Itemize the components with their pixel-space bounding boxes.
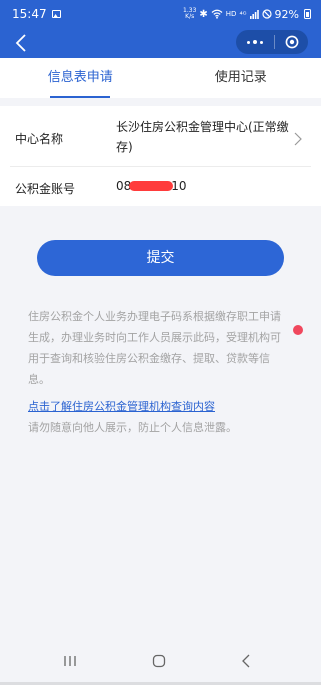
account-label: 公积金账号 <box>15 182 76 196</box>
battery-text: 92% <box>274 7 299 21</box>
center-name-value-line2: 存) <box>116 140 133 154</box>
recent-apps-button[interactable] <box>60 652 80 670</box>
center-name-label: 中心名称 <box>15 132 64 146</box>
nav-bar <box>0 28 321 58</box>
center-name-selector[interactable]: 长沙住房公积金管理中心(正常缴 存) <box>116 117 294 157</box>
chevron-right-icon[interactable] <box>293 132 303 146</box>
close-circle-icon <box>285 35 298 49</box>
bluetooth-icon: ✱ <box>199 8 208 20</box>
submit-button[interactable]: 提交 <box>37 240 284 276</box>
learn-more-link[interactable]: 点击了解住房公积金管理机构查询内容 <box>28 398 215 416</box>
form-card: 中心名称 长沙住房公积金管理中心(正常缴 存) 公积金账号 08 10 <box>0 106 321 206</box>
section-gap <box>0 98 321 106</box>
row-divider <box>10 166 311 167</box>
privacy-warning: 请勿随意向他人展示，防止个人信息泄露。 <box>28 421 237 434</box>
wifi-icon <box>211 9 223 19</box>
tab-label: 信息表申请 <box>47 70 113 85</box>
home-icon <box>152 654 166 668</box>
status-bar: 15:47 1.33 K/s ✱ HD ⁴ᴳ 92% <box>0 0 321 28</box>
more-button[interactable] <box>236 30 274 54</box>
chevron-left-icon <box>15 34 26 52</box>
account-suffix: 10 <box>171 179 187 193</box>
tab-label: 使用记录 <box>214 70 267 85</box>
red-dot-indicator <box>293 325 303 335</box>
back-icon <box>242 654 250 668</box>
dnd-icon <box>261 9 272 19</box>
recent-apps-icon <box>64 656 76 666</box>
back-button[interactable] <box>10 32 32 54</box>
system-nav-bar <box>0 640 321 682</box>
tab-info-application[interactable]: 信息表申请 <box>0 58 161 98</box>
hd-icon: HD <box>225 10 237 18</box>
signal-icon: ⁴ᴳ <box>239 9 247 19</box>
notice-text: 住房公积金个人业务办理电子码系根据缴存职工申请生成，办理业务时向工作人员展示此码… <box>28 310 281 386</box>
tab-usage-record[interactable]: 使用记录 <box>161 58 321 98</box>
close-button[interactable] <box>275 30 308 54</box>
tab-bar: 信息表申请 使用记录 <box>0 58 321 98</box>
home-button[interactable] <box>149 652 169 670</box>
status-time: 15:47 <box>12 7 47 21</box>
image-notification-icon <box>51 10 61 18</box>
redaction-mark <box>129 181 174 191</box>
status-icons: 1.33 K/s ✱ HD ⁴ᴳ 92% <box>183 8 311 21</box>
more-icon <box>247 40 250 44</box>
signal-bars-icon <box>249 9 259 19</box>
center-name-value-line1: 长沙住房公积金管理中心(正常缴 <box>116 120 289 134</box>
account-value: 08 10 <box>116 176 187 196</box>
system-back-button[interactable] <box>236 652 256 670</box>
mini-program-capsule <box>236 30 308 54</box>
battery-icon <box>304 9 311 19</box>
network-speed: 1.33 K/s <box>183 7 197 20</box>
